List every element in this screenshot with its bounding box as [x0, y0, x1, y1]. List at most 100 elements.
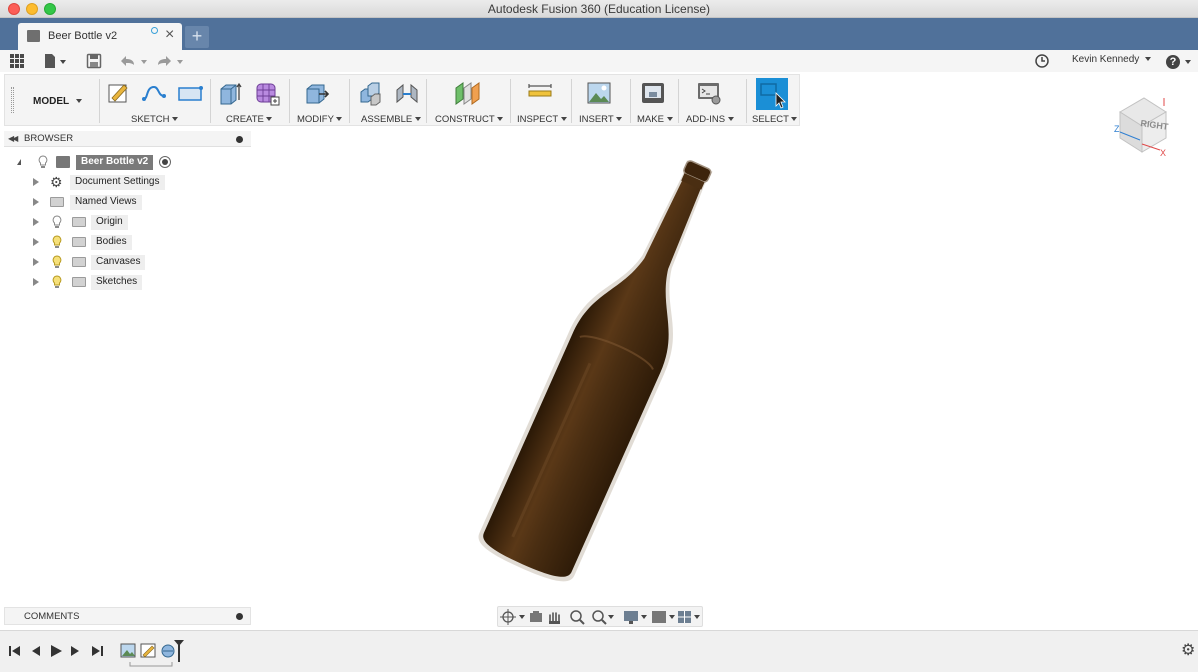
ribbon-divider: [289, 79, 290, 123]
fit-view-icon[interactable]: [592, 610, 614, 625]
new-component-icon[interactable]: [357, 80, 383, 106]
inspect-menu[interactable]: INSPECT: [517, 114, 567, 125]
collapse-triangle-icon[interactable]: [17, 159, 21, 165]
visibility-bulb-icon[interactable]: [52, 255, 62, 269]
spline-icon[interactable]: [141, 80, 167, 106]
data-panel-grid-icon[interactable]: [9, 53, 25, 69]
inspect-menu-label: INSPECT: [517, 114, 559, 125]
expand-triangle-icon[interactable]: [33, 218, 44, 229]
rectangle-tool-icon[interactable]: [177, 80, 203, 106]
toolbar-ribbon: MODEL SKETCH CREATE MODIFY ASSEMBLE CONS…: [4, 74, 800, 126]
press-pull-icon[interactable]: [304, 80, 330, 106]
workspace-label: MODEL: [33, 96, 69, 107]
visibility-bulb-icon[interactable]: [52, 235, 62, 249]
create-menu-label: CREATE: [226, 114, 264, 125]
view-cube[interactable]: RIGHT Z X: [1110, 92, 1172, 158]
browser-item-bodies[interactable]: Bodies: [30, 233, 230, 251]
make-menu[interactable]: MAKE: [637, 114, 673, 125]
select-tool-button[interactable]: [756, 78, 788, 110]
timeline-settings-gear-icon[interactable]: ⚙: [1181, 643, 1195, 659]
measure-icon[interactable]: [527, 80, 553, 106]
browser-panel-title: BROWSER: [24, 133, 74, 144]
unsaved-indicator-icon: [151, 27, 158, 34]
construct-menu[interactable]: CONSTRUCT: [435, 114, 504, 125]
beer-bottle-model[interactable]: [473, 144, 747, 589]
new-tab-button[interactable]: +: [185, 26, 209, 48]
expand-triangle-icon[interactable]: [33, 258, 44, 269]
job-status-clock-icon[interactable]: [1034, 53, 1050, 69]
offset-plane-icon[interactable]: [454, 80, 480, 106]
pan-hand-icon[interactable]: [549, 612, 560, 624]
panel-options-icon[interactable]: [236, 136, 243, 143]
redo-icon[interactable]: [156, 53, 186, 69]
visibility-bulb-icon[interactable]: [52, 215, 62, 229]
user-account-menu[interactable]: Kevin Kennedy: [1072, 54, 1152, 65]
create-sketch-icon[interactable]: [106, 80, 132, 106]
help-menu[interactable]: ?: [1166, 53, 1192, 69]
browser-item-origin[interactable]: Origin: [30, 213, 230, 231]
document-tab[interactable]: Beer Bottle v2 ×: [18, 23, 182, 50]
go-to-end-icon[interactable]: [90, 644, 104, 658]
create-menu[interactable]: CREATE: [226, 114, 273, 125]
assemble-menu[interactable]: ASSEMBLE: [361, 114, 421, 125]
zoom-icon[interactable]: [570, 610, 585, 625]
sketch-menu[interactable]: SKETCH: [131, 114, 179, 125]
grid-snaps-icon[interactable]: [652, 611, 675, 623]
ribbon-divider: [510, 79, 511, 123]
display-settings-icon[interactable]: [624, 611, 647, 624]
canvas-feature-icon[interactable]: [120, 643, 136, 658]
comments-panel-header[interactable]: COMMENTS: [4, 607, 251, 625]
axis-x-label: X: [1160, 148, 1166, 158]
visibility-bulb-icon[interactable]: [52, 275, 62, 289]
play-icon[interactable]: [49, 644, 63, 658]
activate-component-icon[interactable]: [159, 156, 171, 168]
comments-panel-title: COMMENTS: [24, 611, 80, 622]
ribbon-grip-handle[interactable]: [11, 87, 14, 113]
joint-icon[interactable]: [394, 80, 420, 106]
sketch-feature-icon[interactable]: [140, 643, 156, 658]
browser-item-document-settings[interactable]: ⚙ Document Settings: [30, 173, 230, 191]
user-name-label: Kevin Kennedy: [1072, 54, 1140, 65]
timeline-marker-handle[interactable]: [173, 639, 185, 663]
expand-triangle-icon[interactable]: [33, 178, 44, 189]
orbit-icon[interactable]: [500, 609, 525, 625]
select-menu[interactable]: SELECT: [752, 114, 798, 125]
workspace-switcher[interactable]: MODEL: [33, 96, 82, 107]
go-to-start-icon[interactable]: [8, 644, 22, 658]
browser-item-canvases[interactable]: Canvases: [30, 253, 230, 271]
canvas-viewport[interactable]: [252, 128, 1198, 630]
3d-print-icon[interactable]: [640, 80, 666, 106]
browser-item-label: Sketches: [91, 275, 143, 290]
browser-item-label: Bodies: [91, 235, 132, 250]
extrude-icon[interactable]: [218, 80, 244, 106]
scripts-addins-icon[interactable]: [696, 80, 722, 106]
add-ins-menu[interactable]: ADD-INS: [686, 114, 734, 125]
expand-triangle-icon[interactable]: [33, 198, 44, 209]
expand-triangle-icon[interactable]: [33, 278, 44, 289]
ribbon-divider: [426, 79, 427, 123]
modify-menu[interactable]: MODIFY: [297, 114, 343, 125]
collapse-panel-icon[interactable]: ◀◀: [8, 134, 18, 143]
browser-item-named-views[interactable]: Named Views: [30, 193, 230, 211]
axis-z-label: Z: [1114, 124, 1120, 134]
navigation-bar: [497, 606, 703, 627]
close-tab-button[interactable]: ×: [165, 27, 174, 43]
browser-panel-header[interactable]: ◀◀ BROWSER: [4, 131, 251, 147]
title-bar: Autodesk Fusion 360 (Education License): [0, 0, 1198, 18]
browser-root-node[interactable]: Beer Bottle v2: [14, 153, 184, 171]
visibility-bulb-icon[interactable]: [38, 155, 48, 169]
step-back-icon[interactable]: [28, 644, 42, 658]
form-sculpt-icon[interactable]: [254, 80, 280, 106]
insert-canvas-icon[interactable]: [586, 80, 612, 106]
look-at-icon[interactable]: [530, 611, 542, 622]
expand-triangle-icon[interactable]: [33, 238, 44, 249]
insert-menu[interactable]: INSERT: [579, 114, 623, 125]
add-comment-icon[interactable]: [236, 613, 243, 620]
undo-icon[interactable]: [120, 53, 150, 69]
step-forward-icon[interactable]: [69, 644, 83, 658]
save-icon[interactable]: [86, 53, 102, 69]
chevron-down-icon: [266, 117, 273, 122]
browser-item-sketches[interactable]: Sketches: [30, 273, 230, 291]
viewports-icon[interactable]: [678, 611, 700, 623]
file-menu-icon[interactable]: [43, 53, 69, 69]
